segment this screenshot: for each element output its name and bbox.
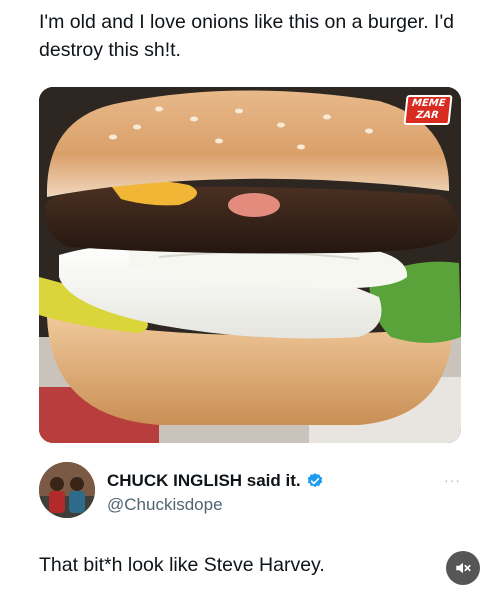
watermark-line-2: ZAR (415, 110, 440, 121)
avatar[interactable] (39, 462, 95, 518)
more-dots-icon[interactable]: ··· (444, 472, 461, 488)
quoted-tweet-header: CHUCK INGLISH said it. @Chuckisdope ··· (39, 462, 461, 522)
post-caption: I'm old and I love onions like this on a… (39, 11, 455, 61)
memezar-watermark-logo: MEME ZAR (403, 95, 453, 125)
quoted-tweet-text: That bit*h look like Steve Harvey. (39, 554, 325, 576)
name-line: CHUCK INGLISH said it. (107, 470, 324, 492)
handle[interactable]: @Chuckisdope (107, 495, 223, 515)
burger-image (39, 87, 461, 443)
burger-photo[interactable]: MEME ZAR (39, 87, 461, 443)
watermark-line-1: MEME (411, 98, 447, 109)
speaker-muted-icon (456, 562, 471, 574)
display-name[interactable]: CHUCK INGLISH said it. (107, 471, 301, 491)
mute-button[interactable] (446, 551, 480, 585)
verified-badge-icon (307, 473, 322, 488)
avatar-image (39, 462, 95, 518)
